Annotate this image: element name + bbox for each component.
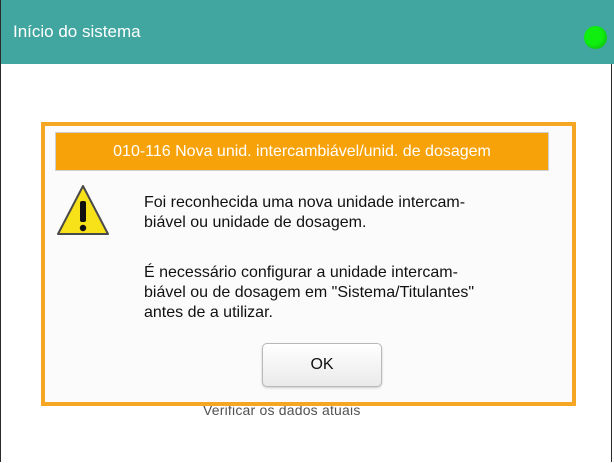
dialog-header: 010-116 Nova unid. intercambiável/unid. … (55, 132, 549, 171)
dialog-message-1: Foi reconhecida uma nova unidade interca… (144, 193, 465, 233)
dialog-message-2: É necessário configurar a unidade interc… (144, 263, 474, 323)
window-title: Início do sistema (13, 22, 141, 41)
ok-button[interactable]: OK (262, 343, 382, 387)
message-line: biável ou de dosagem em "Sistema/Titulan… (144, 284, 475, 301)
message-line: É necessário configurar a unidade interc… (144, 264, 458, 281)
warning-icon (57, 185, 109, 235)
message-line: biável ou unidade de dosagem. (144, 214, 367, 231)
error-dialog: 010-116 Nova unid. intercambiável/unid. … (41, 122, 576, 406)
message-line: Foi reconhecida uma nova unidade interca… (144, 194, 466, 211)
message-line: antes de a utilizar. (144, 304, 273, 321)
dialog-title: 010-116 Nova unid. intercambiável/unid. … (113, 142, 491, 160)
title-bar: Início do sistema (1, 0, 614, 64)
status-indicator-icon (584, 26, 607, 49)
